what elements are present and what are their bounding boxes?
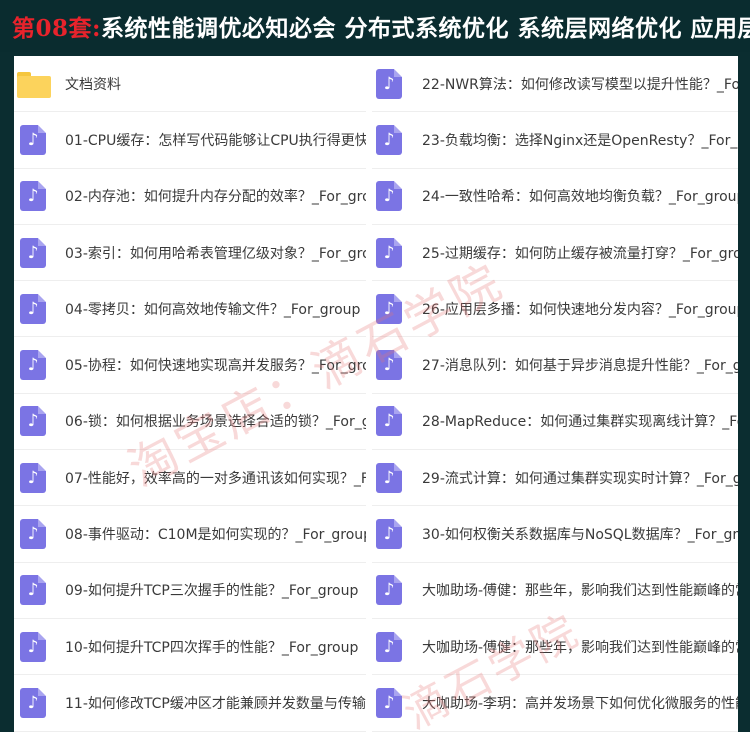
- file-name-label: 大咖助场-李玥：高并发场景下如何优化微服务的性能: [422, 695, 738, 712]
- file-name-label: 10-如何提升TCP四次挥手的性能？_For_group: [65, 639, 359, 656]
- file-item[interactable]: ♪ 26-应用层多播：如何快速地分发内容？_For_group: [372, 281, 738, 338]
- file-name-label: 11-如何修改TCP缓冲区才能兼顾并发数量与传输速度？: [65, 695, 366, 712]
- file-item[interactable]: ♪ 07-性能好，效率高的一对多通讯该如何实现？_For_group: [14, 450, 366, 507]
- music-file-icon: ♪: [20, 519, 46, 550]
- file-item[interactable]: ♪ 05-协程：如何快速地实现高并发服务？_For_group: [14, 338, 366, 394]
- file-item[interactable]: ♪ 10-如何提升TCP四次挥手的性能？_For_group: [14, 619, 366, 676]
- music-file-icon: ♪: [376, 181, 402, 212]
- music-file-icon: ♪: [20, 237, 46, 268]
- file-item[interactable]: ♪ 08-事件驱动：C10M是如何实现的？_For_group: [14, 506, 366, 563]
- banner-heading: 系统性能调优必知必会 分布式系统优化 系统层网络优化 应用层: [101, 15, 750, 42]
- file-item[interactable]: ♪ 09-如何提升TCP三次握手的性能？_For_group: [14, 563, 366, 619]
- music-file-icon: ♪: [376, 237, 402, 268]
- file-name-label: 07-性能好，效率高的一对多通讯该如何实现？_For_group: [65, 470, 366, 487]
- file-name-label: 30-如何权衡关系数据库与NoSQL数据库？_For_group: [422, 527, 738, 544]
- file-name-label: 01-CPU缓存：怎样写代码能够让CPU执行得更快？_For_group: [65, 132, 366, 149]
- file-name-label: 22-NWR算法：如何修改读写模型以提升性能？_For_group: [422, 76, 738, 93]
- music-file-icon: ♪: [376, 68, 402, 99]
- music-file-icon: ♪: [376, 462, 402, 493]
- file-name-label: 02-内存池：如何提升内存分配的效率？_For_group: [65, 189, 366, 206]
- file-item[interactable]: ♪ 27-消息队列：如何基于异步消息提升性能？_For_group: [372, 338, 738, 394]
- file-item[interactable]: ♪ 22-NWR算法：如何修改读写模型以提升性能？_For_group: [372, 56, 738, 113]
- banner-title: 第08套:系统性能调优必知必会 分布式系统优化 系统层网络优化 应用层: [12, 9, 750, 43]
- file-list-right-column: ♪ 22-NWR算法：如何修改读写模型以提升性能？_For_group ♪ 23-负载…: [372, 56, 738, 732]
- music-file-icon: ♪: [20, 406, 46, 437]
- file-list-left-column: 文档资料 ♪ 01-CPU缓存：怎样写代码能够让CPU执行得更快？_For_grou…: [14, 56, 366, 732]
- file-name-label: 04-零拷贝：如何高效地传输文件？_For_group: [65, 301, 361, 318]
- music-file-icon: ♪: [20, 350, 46, 381]
- music-file-icon: ♪: [376, 406, 402, 437]
- music-file-icon: ♪: [376, 575, 402, 606]
- file-name-label: 08-事件驱动：C10M是如何实现的？_For_group: [65, 527, 366, 544]
- music-file-icon: ♪: [20, 575, 46, 606]
- music-file-icon: ♪: [376, 124, 402, 155]
- music-file-icon: ♪: [376, 687, 402, 718]
- music-file-icon: ♪: [20, 687, 46, 718]
- file-name-label: 24-一致性哈希：如何高效地均衡负载？_For_group: [422, 189, 738, 206]
- file-item[interactable]: ♪ 大咖助场-李玥：高并发场景下如何优化微服务的性能: [372, 675, 738, 732]
- file-name-label: 大咖助场-傅健：那些年，影响我们达到性能巅峰的常见绊脚石（二）: [422, 639, 738, 656]
- file-item[interactable]: ♪ 04-零拷贝：如何高效地传输文件？_For_group: [14, 281, 366, 338]
- file-item[interactable]: ♪ 30-如何权衡关系数据库与NoSQL数据库？_For_group: [372, 506, 738, 563]
- file-item[interactable]: ♪ 23-负载均衡：选择Nginx还是OpenResty？_For_group: [372, 112, 738, 169]
- music-file-icon: ♪: [20, 181, 46, 212]
- file-name-label: 27-消息队列：如何基于异步消息提升性能？_For_group: [422, 358, 738, 375]
- music-file-icon: ♪: [20, 631, 46, 662]
- file-item[interactable]: ♪ 01-CPU缓存：怎样写代码能够让CPU执行得更快？_For_group: [14, 112, 366, 169]
- file-item[interactable]: ♪ 24-一致性哈希：如何高效地均衡负载？_For_group: [372, 169, 738, 225]
- file-name-label: 29-流式计算：如何通过集群实现实时计算？_For_group: [422, 470, 738, 487]
- file-name-label: 23-负载均衡：选择Nginx还是OpenResty？_For_group: [422, 132, 738, 149]
- file-name-label: 26-应用层多播：如何快速地分发内容？_For_group: [422, 301, 738, 318]
- file-name-label: 03-索引：如何用哈希表管理亿级对象？_For_group: [65, 245, 366, 262]
- file-item[interactable]: ♪ 28-MapReduce：如何通过集群实现离线计算？_For_group: [372, 394, 738, 451]
- file-name-label: 05-协程：如何快速地实现高并发服务？_For_group: [65, 358, 366, 375]
- file-name-label: 06-锁：如何根据业务场景选择合适的锁？_For_group: [65, 414, 366, 431]
- file-item[interactable]: ♪ 02-内存池：如何提升内存分配的效率？_For_group: [14, 169, 366, 225]
- music-file-icon: ♪: [376, 631, 402, 662]
- folder-item[interactable]: 文档资料: [14, 56, 366, 113]
- file-item[interactable]: ♪ 06-锁：如何根据业务场景选择合适的锁？_For_group: [14, 394, 366, 451]
- file-item[interactable]: ♪ 大咖助场-傅健：那些年，影响我们达到性能巅峰的常见绊脚石（一）: [372, 563, 738, 619]
- file-list-panel: 文档资料 ♪ 01-CPU缓存：怎样写代码能够让CPU执行得更快？_For_grou…: [14, 56, 738, 732]
- file-name-label: 28-MapReduce：如何通过集群实现离线计算？_For_group: [422, 414, 738, 431]
- music-file-icon: ♪: [376, 350, 402, 381]
- file-item[interactable]: ♪ 大咖助场-傅健：那些年，影响我们达到性能巅峰的常见绊脚石（二）: [372, 619, 738, 676]
- file-name-label: 大咖助场-傅健：那些年，影响我们达到性能巅峰的常见绊脚石（一）: [422, 583, 738, 600]
- file-name-label: 25-过期缓存：如何防止缓存被流量打穿？_For_group: [422, 245, 738, 262]
- music-file-icon: ♪: [20, 462, 46, 493]
- folder-icon: [17, 71, 51, 98]
- file-item[interactable]: ♪ 03-索引：如何用哈希表管理亿级对象？_For_group: [14, 225, 366, 282]
- file-name-label: 文档资料: [65, 76, 121, 93]
- music-file-icon: ♪: [20, 293, 46, 324]
- banner-prefix: 第08套:: [12, 15, 101, 42]
- music-file-icon: ♪: [376, 293, 402, 324]
- file-item[interactable]: ♪ 11-如何修改TCP缓冲区才能兼顾并发数量与传输速度？: [14, 675, 366, 732]
- file-name-label: 09-如何提升TCP三次握手的性能？_For_group: [65, 583, 359, 600]
- file-item[interactable]: ♪ 29-流式计算：如何通过集群实现实时计算？_For_group: [372, 450, 738, 507]
- title-banner: 第08套:系统性能调优必知必会 分布式系统优化 系统层网络优化 应用层: [0, 0, 750, 52]
- music-file-icon: ♪: [376, 519, 402, 550]
- music-file-icon: ♪: [20, 124, 46, 155]
- file-item[interactable]: ♪ 25-过期缓存：如何防止缓存被流量打穿？_For_group: [372, 225, 738, 282]
